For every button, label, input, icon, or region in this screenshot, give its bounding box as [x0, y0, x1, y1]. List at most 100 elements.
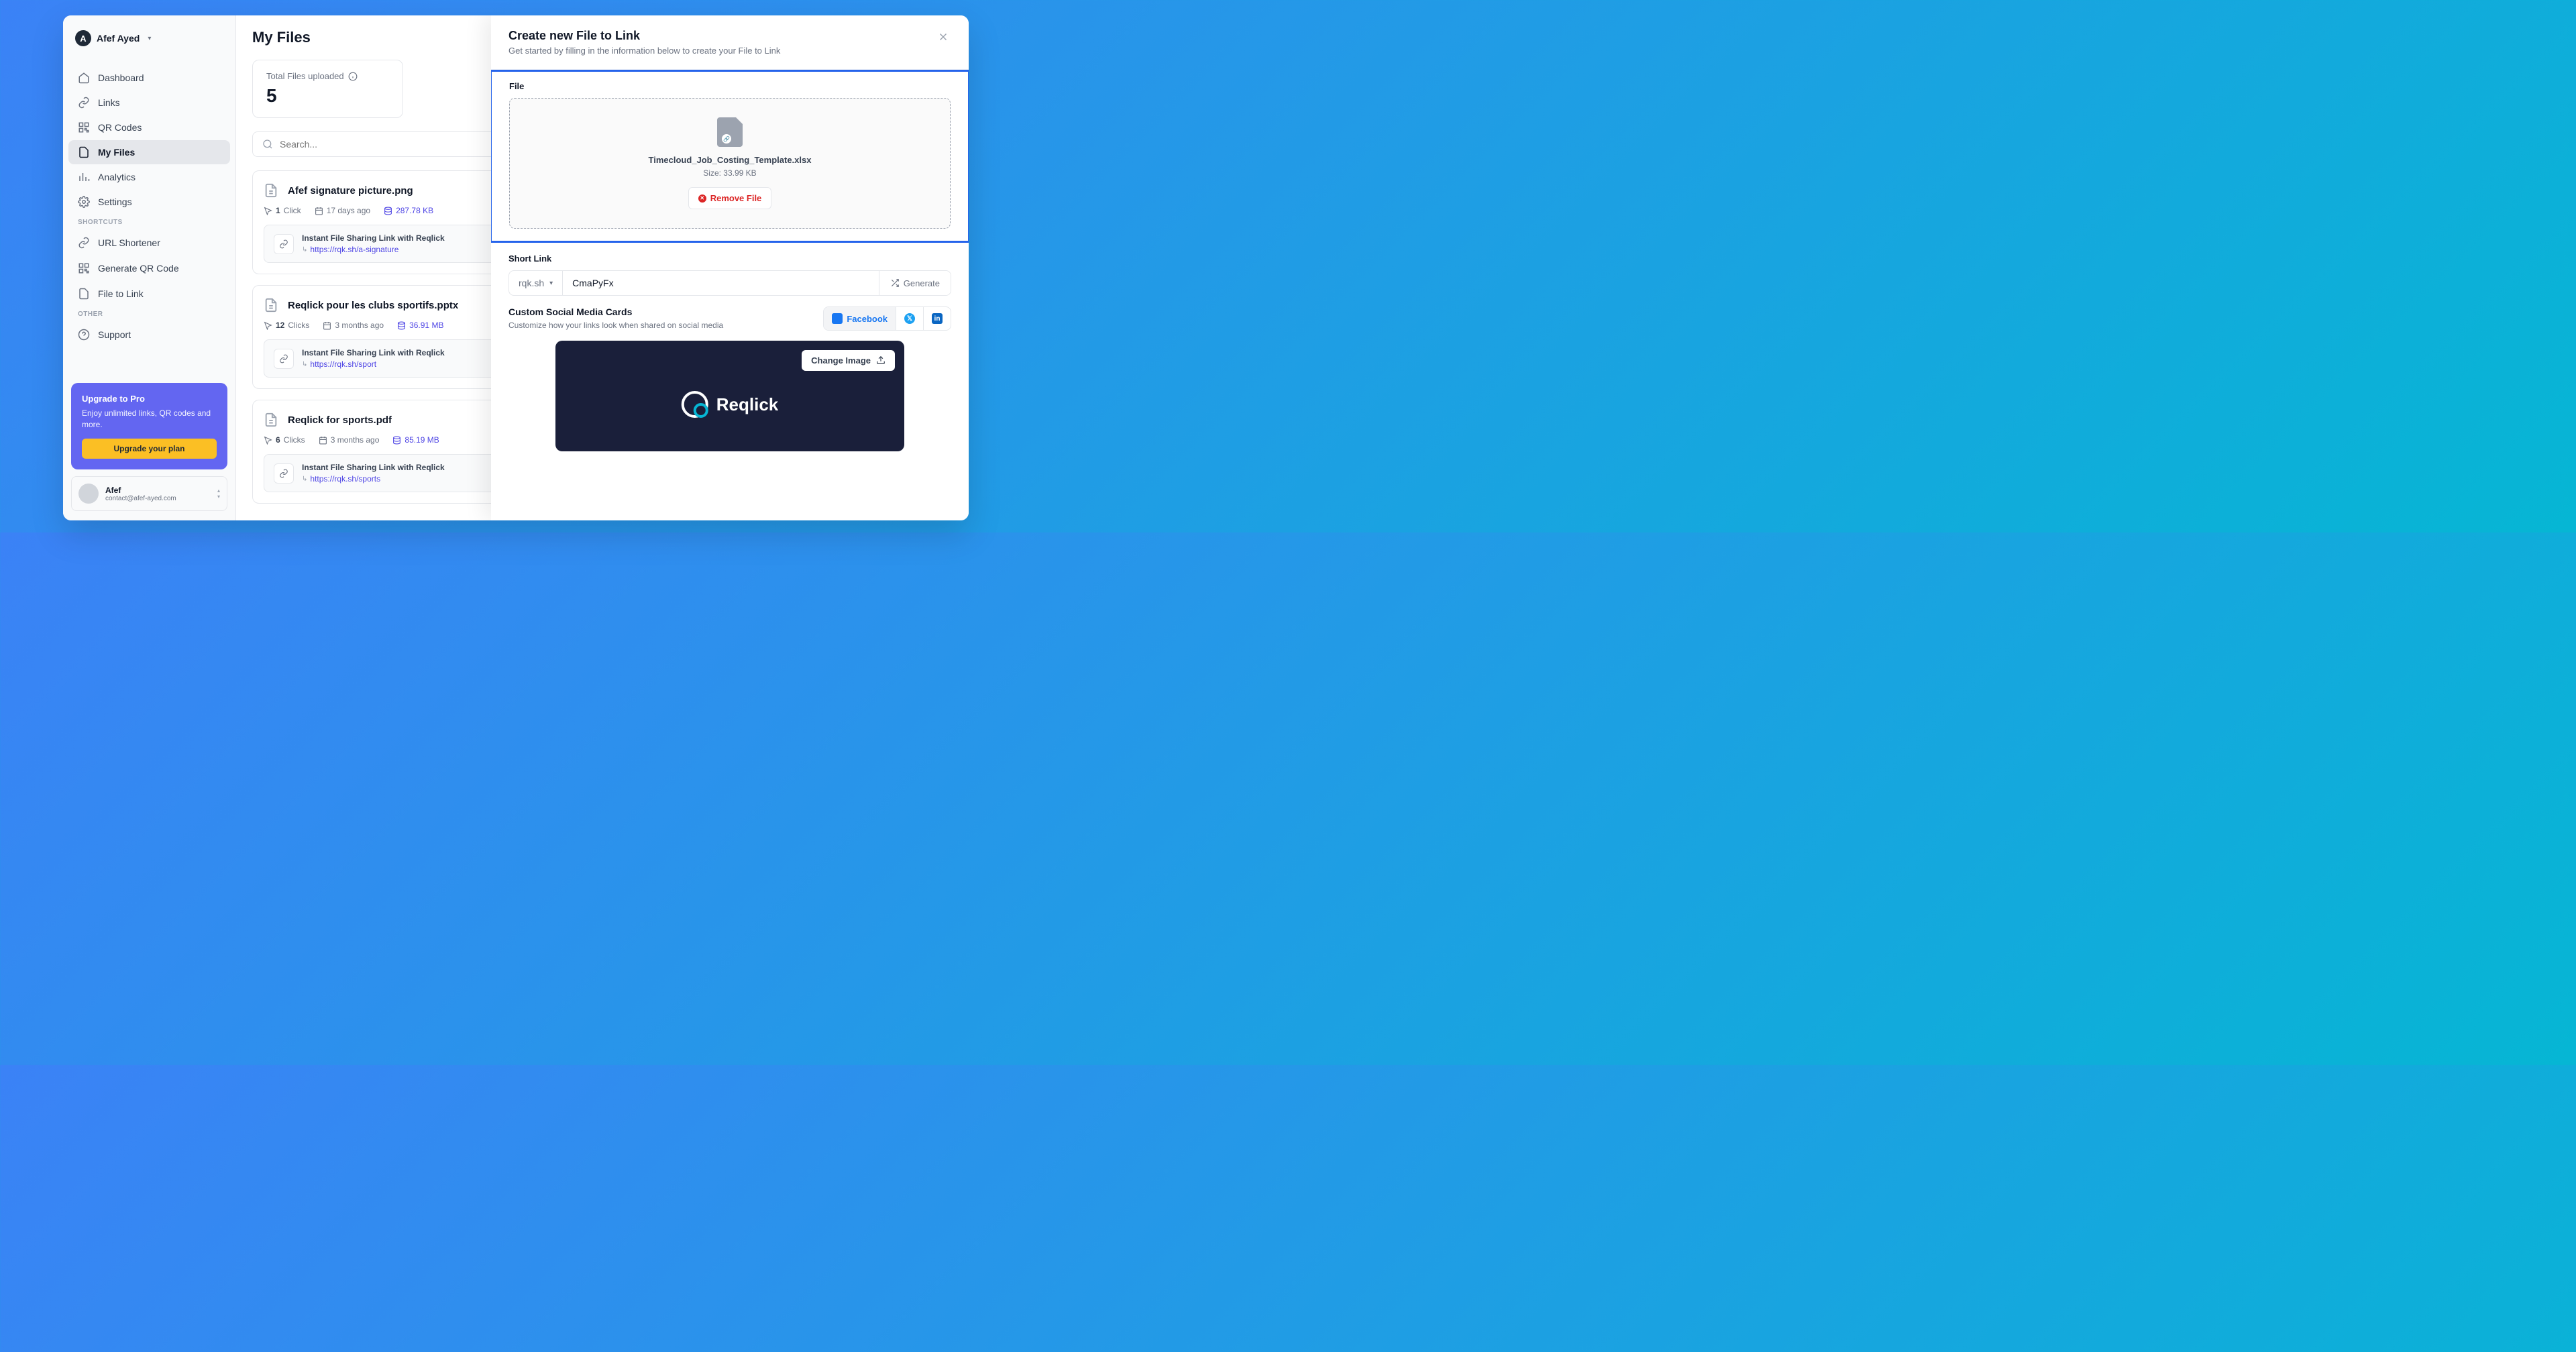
- file-name: Afef signature picture.png: [288, 185, 413, 196]
- share-title: Instant File Sharing Link with Reqlick: [302, 233, 445, 243]
- generate-label: Generate: [904, 278, 940, 288]
- sidebar-item-label: Settings: [98, 196, 132, 207]
- social-preview-card: Change Image Reqlick: [555, 341, 904, 451]
- file-clicks: 1Click: [264, 206, 301, 215]
- qr-code-icon: [78, 121, 90, 133]
- sidebar: A Afef Ayed ▾ Dashboard Links QR Codes M…: [63, 15, 236, 520]
- account-avatar: [78, 484, 99, 504]
- info-icon[interactable]: [348, 72, 358, 81]
- document-icon: [264, 411, 278, 429]
- upgrade-title: Upgrade to Pro: [82, 394, 217, 404]
- sidebar-item-label: Links: [98, 97, 120, 108]
- tab-linkedin[interactable]: in: [924, 307, 951, 330]
- file-clicks: 6Clicks: [264, 435, 305, 445]
- sidebar-item-label: QR Codes: [98, 122, 142, 133]
- change-image-button[interactable]: Change Image: [802, 350, 895, 371]
- sidebar-item-generate-qr[interactable]: Generate QR Code: [68, 256, 230, 280]
- drawer-title: Create new File to Link: [508, 29, 780, 43]
- file-age: 17 days ago: [315, 206, 370, 215]
- slug-input[interactable]: [563, 271, 879, 295]
- sidebar-section-shortcuts: SHORTCUTS: [68, 215, 230, 230]
- linkedin-icon: in: [932, 313, 943, 324]
- file-size: 36.91 MB: [397, 321, 443, 330]
- file-icon: [78, 288, 90, 300]
- cursor-icon: [264, 321, 272, 330]
- sidebar-item-label: URL Shortener: [98, 237, 160, 248]
- sidebar-item-label: File to Link: [98, 288, 144, 299]
- share-link[interactable]: ↳https://rqk.sh/a-signature: [302, 245, 445, 254]
- sidebar-item-dashboard[interactable]: Dashboard: [68, 66, 230, 90]
- shuffle-icon: [890, 278, 900, 288]
- domain-select[interactable]: rqk.sh ▾: [509, 271, 563, 295]
- generate-button[interactable]: Generate: [879, 271, 951, 295]
- link-icon: [78, 237, 90, 249]
- workspace-dropdown[interactable]: A Afef Ayed ▾: [68, 25, 230, 52]
- drawer-subtitle: Get started by filling in the informatio…: [508, 46, 780, 56]
- sidebar-item-label: Support: [98, 329, 131, 340]
- sidebar-item-label: Generate QR Code: [98, 263, 179, 274]
- link-icon: [274, 463, 294, 484]
- domain-value: rqk.sh: [519, 278, 544, 288]
- search-icon: [262, 139, 273, 150]
- remove-file-button[interactable]: ✕ Remove File: [688, 187, 772, 209]
- database-icon: [392, 436, 401, 445]
- sidebar-item-analytics[interactable]: Analytics: [68, 165, 230, 189]
- tab-facebook[interactable]: f Facebook: [824, 307, 896, 330]
- chevron-down-icon: ▾: [148, 35, 151, 42]
- brand-mark-icon: [682, 391, 708, 418]
- remove-file-label: Remove File: [710, 193, 762, 203]
- gear-icon: [78, 196, 90, 208]
- uploaded-file-size: Size: 33.99 KB: [523, 168, 936, 178]
- stat-card-total-files: Total Files uploaded 5: [252, 60, 403, 118]
- sidebar-item-label: Dashboard: [98, 72, 144, 83]
- up-down-icon: ▴▾: [217, 488, 220, 500]
- stat-label: Total Files uploaded: [266, 71, 344, 81]
- file-age: 3 months ago: [319, 435, 380, 445]
- tab-twitter[interactable]: 𝕏: [896, 307, 924, 330]
- file-dropzone[interactable]: 🔗 Timecloud_Job_Costing_Template.xlsx Si…: [509, 98, 951, 229]
- social-tabs: f Facebook 𝕏 in: [823, 306, 951, 331]
- upgrade-card: Upgrade to Pro Enjoy unlimited links, QR…: [71, 383, 227, 469]
- account-switcher[interactable]: Afef contact@afef-ayed.com ▴▾: [71, 476, 227, 511]
- document-icon: [264, 182, 278, 199]
- chart-bar-icon: [78, 171, 90, 183]
- file-icon: [78, 146, 90, 158]
- upgrade-desc: Enjoy unlimited links, QR codes and more…: [82, 408, 217, 431]
- share-title: Instant File Sharing Link with Reqlick: [302, 348, 445, 357]
- user-name: Afef Ayed: [97, 33, 140, 44]
- sidebar-item-label: Analytics: [98, 172, 136, 182]
- sidebar-item-qr-codes[interactable]: QR Codes: [68, 115, 230, 139]
- account-name: Afef: [105, 486, 211, 495]
- sidebar-item-links[interactable]: Links: [68, 91, 230, 115]
- social-cards-title: Custom Social Media Cards: [508, 306, 723, 317]
- sidebar-item-my-files[interactable]: My Files: [68, 140, 230, 164]
- database-icon: [397, 321, 406, 330]
- cursor-icon: [264, 436, 272, 445]
- close-button[interactable]: [935, 29, 951, 45]
- sidebar-item-url-shortener[interactable]: URL Shortener: [68, 231, 230, 255]
- file-field-label: File: [509, 81, 951, 91]
- upgrade-button[interactable]: Upgrade your plan: [82, 439, 217, 459]
- file-size: 85.19 MB: [392, 435, 439, 445]
- share-title: Instant File Sharing Link with Reqlick: [302, 463, 445, 472]
- social-cards-desc: Customize how your links look when share…: [508, 320, 723, 331]
- sidebar-item-label: My Files: [98, 147, 135, 158]
- remove-icon: ✕: [698, 194, 706, 203]
- brand-name: Reqlick: [716, 394, 779, 415]
- document-icon: [264, 296, 278, 314]
- file-upload-section: File 🔗 Timecloud_Job_Costing_Template.xl…: [491, 70, 969, 243]
- link-icon: [274, 234, 294, 254]
- link-icon: [274, 349, 294, 369]
- account-email: contact@afef-ayed.com: [105, 495, 211, 502]
- user-avatar: A: [75, 30, 91, 46]
- calendar-icon: [319, 436, 327, 445]
- change-image-label: Change Image: [811, 355, 871, 365]
- file-size: 287.78 KB: [384, 206, 433, 215]
- sidebar-item-settings[interactable]: Settings: [68, 190, 230, 214]
- sidebar-item-support[interactable]: Support: [68, 323, 230, 347]
- share-link[interactable]: ↳https://rqk.sh/sports: [302, 474, 445, 484]
- file-age: 3 months ago: [323, 321, 384, 330]
- sidebar-item-file-to-link[interactable]: File to Link: [68, 282, 230, 306]
- file-clicks: 12Clicks: [264, 321, 309, 330]
- share-link[interactable]: ↳https://rqk.sh/sport: [302, 359, 445, 369]
